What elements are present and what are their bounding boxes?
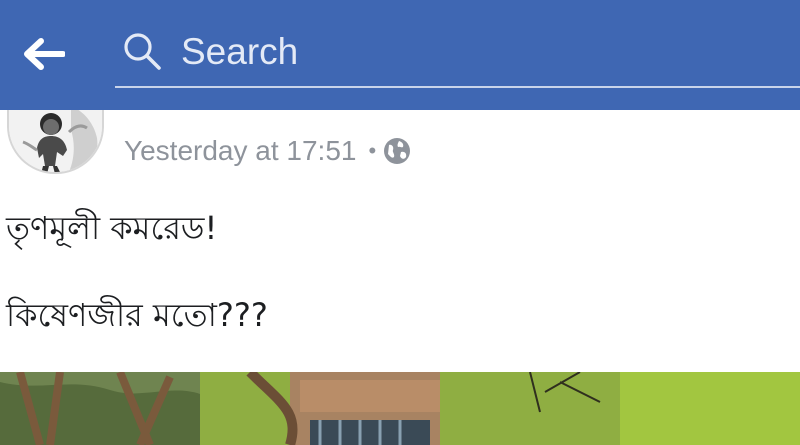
search-icon <box>124 33 161 70</box>
post-text: তৃণমূলী কমরেড! কিষেণজীর মতো??? <box>6 208 786 335</box>
search-input[interactable] <box>181 26 741 78</box>
post-text-line-1: তৃণমূলী কমরেড! <box>6 209 218 247</box>
avatar-image <box>9 102 102 172</box>
post-meta: Yesterday at 17:51 • <box>124 133 412 169</box>
avatar[interactable] <box>7 102 104 174</box>
post-text-line-2: কিষেণজীর মতো??? <box>6 296 268 334</box>
back-button[interactable] <box>18 28 70 80</box>
search-bar[interactable] <box>115 18 800 88</box>
top-navigation-bar <box>0 0 800 110</box>
post-card: Sourav Dutta Yesterday at 17:51 • তৃণমূল… <box>0 88 800 445</box>
globe-icon <box>384 138 411 164</box>
post-photo-image <box>0 372 800 445</box>
post-photo[interactable] <box>0 372 800 445</box>
arrow-left-icon <box>24 38 65 70</box>
meta-separator: • <box>368 138 377 163</box>
post-timestamp[interactable]: Yesterday at 17:51 <box>124 135 356 167</box>
